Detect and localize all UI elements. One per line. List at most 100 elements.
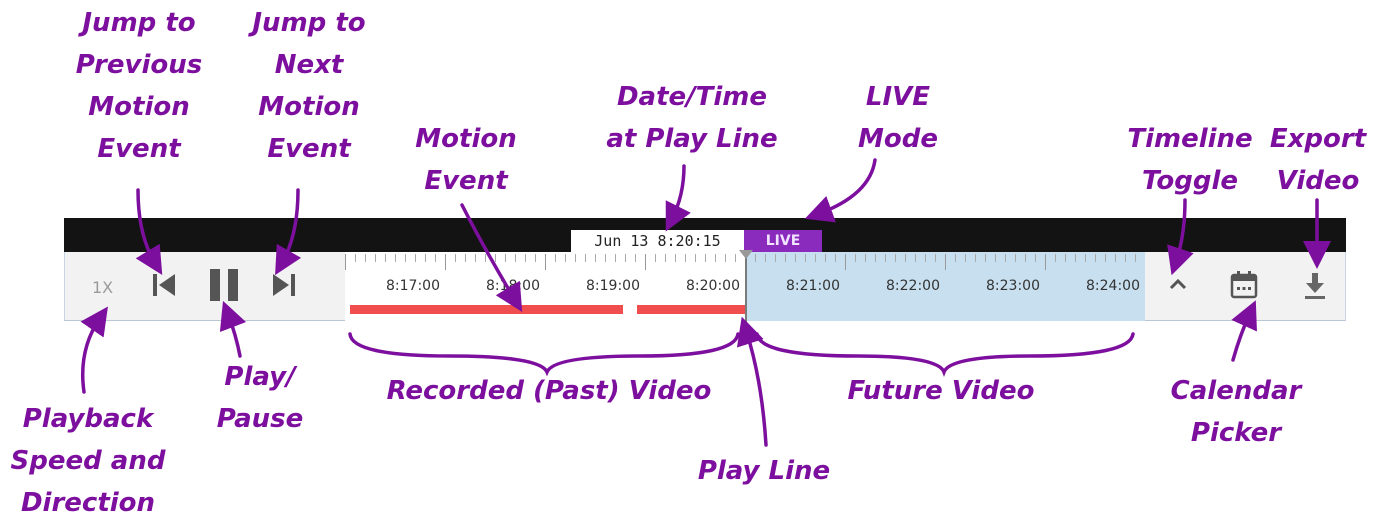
annotation-line: Export	[1269, 124, 1367, 154]
play-line[interactable]	[745, 250, 747, 322]
timeline-tick	[665, 254, 666, 262]
timeline-tick	[515, 254, 516, 262]
timeline-tick	[1095, 254, 1096, 262]
timeline-tick	[1135, 254, 1136, 262]
annotation-future-video: Future Video	[848, 370, 1035, 412]
timeline-tick	[585, 254, 586, 262]
timeline-tick	[905, 254, 906, 262]
timeline-tick	[545, 254, 546, 270]
download-icon[interactable]	[1303, 272, 1327, 300]
timeline-label: 8:17:00	[386, 278, 440, 294]
annotation-line: Calendar	[1170, 376, 1302, 406]
timeline-tick	[495, 254, 496, 262]
skip-previous-icon[interactable]	[151, 272, 177, 298]
timeline-tick	[625, 254, 626, 262]
timeline-tick	[1065, 254, 1066, 262]
playback-speed-button[interactable]: 1X	[92, 278, 113, 297]
timeline-tick	[355, 254, 356, 262]
timeline-tick	[715, 254, 716, 262]
timeline-tick	[895, 254, 896, 262]
annotation-line: Video	[1276, 166, 1360, 196]
timeline-tick	[1015, 254, 1016, 262]
timeline-label: 8:24:00	[1086, 278, 1140, 294]
timeline-tick	[695, 254, 696, 262]
timeline-tick	[425, 254, 426, 262]
timeline-tick	[935, 254, 936, 262]
annotation-live-mode: LIVE Mode	[858, 76, 938, 160]
timeline-tick	[1075, 254, 1076, 262]
timeline-tick	[1005, 254, 1006, 262]
annotation-line: Motion	[258, 92, 360, 122]
timeline-tick	[595, 254, 596, 262]
timeline-label: 8:21:00	[786, 278, 840, 294]
timeline-label: 8:23:00	[986, 278, 1040, 294]
arrow-datetime	[665, 164, 691, 232]
timeline-tick	[345, 254, 346, 270]
timeline-tick	[1045, 254, 1046, 270]
timeline-tick	[705, 254, 706, 262]
live-button[interactable]: LIVE	[744, 230, 822, 252]
timeline-tick	[1125, 254, 1126, 262]
timeline-tick	[925, 254, 926, 262]
timeline-tick	[995, 254, 996, 262]
annotation-line: Future Video	[847, 376, 1035, 406]
arrow-playback-speed	[80, 306, 108, 394]
timeline-tick	[435, 254, 436, 262]
timeline-tick	[1055, 254, 1056, 262]
brace-future-video	[755, 332, 1135, 377]
arrow-play-line	[736, 316, 768, 447]
calendar-icon[interactable]	[1230, 270, 1258, 300]
timeline-tick	[845, 254, 846, 270]
timeline-tick	[735, 254, 736, 262]
annotation-line: Toggle	[1141, 166, 1238, 196]
timeline-tick	[475, 254, 476, 262]
timeline-tick	[655, 254, 656, 262]
annotation-line: Speed and	[10, 446, 166, 476]
annotation-line: Previous	[75, 50, 203, 80]
timeline-tick	[755, 254, 756, 262]
timeline-tick	[785, 254, 786, 262]
annotation-line: Event	[267, 134, 351, 164]
pause-icon[interactable]	[208, 268, 240, 302]
timeline-tick	[855, 254, 856, 262]
annotation-line: Jump to	[252, 8, 366, 38]
timeline-tick	[535, 254, 536, 262]
annotation-jump-prev: Jump to Previous Motion Event	[76, 2, 202, 170]
annotation-line: Mode	[858, 124, 938, 154]
annotation-line: Play Line	[697, 456, 831, 486]
arrow-live-mode	[804, 158, 877, 223]
chevron-up-icon[interactable]	[1168, 277, 1188, 291]
timeline-tick	[505, 254, 506, 262]
timeline-tick	[885, 254, 886, 262]
timeline-tick	[725, 254, 726, 262]
timeline-tick	[815, 254, 816, 262]
motion-event-bar[interactable]	[350, 305, 623, 314]
play-line-handle[interactable]	[739, 250, 753, 259]
annotation-play-pause: Play/ Pause	[217, 356, 304, 440]
timeline-tick	[805, 254, 806, 262]
timeline-tick	[465, 254, 466, 262]
annotation-line: Motion	[415, 124, 517, 154]
annotation-line: Pause	[216, 404, 304, 434]
annotation-datetime: Date/Time at Play Line	[606, 76, 777, 160]
motion-event-bar[interactable]	[637, 305, 745, 314]
timeline-tick	[685, 254, 686, 262]
annotation-jump-next: Jump to Next Motion Event	[252, 2, 365, 170]
timeline-tick	[945, 254, 946, 270]
timeline-tick	[485, 254, 486, 262]
annotation-line: Playback	[22, 404, 154, 434]
timeline-tick	[965, 254, 966, 262]
timeline-tick	[775, 254, 776, 262]
timeline-tick	[765, 254, 766, 262]
annotation-line: Recorded (Past) Video	[386, 376, 712, 406]
annotation-line: Picker	[1190, 418, 1282, 448]
timeline-tick	[635, 254, 636, 262]
annotation-line: Event	[97, 134, 181, 164]
skip-next-icon[interactable]	[271, 272, 297, 298]
annotation-line: Motion	[88, 92, 190, 122]
timeline-tick	[575, 254, 576, 262]
annotation-playback-speed: Playback Speed and Direction	[11, 398, 166, 524]
annotation-line: LIVE	[865, 82, 931, 112]
timeline-tick	[395, 254, 396, 262]
annotation-recorded-video: Recorded (Past) Video	[387, 370, 712, 412]
